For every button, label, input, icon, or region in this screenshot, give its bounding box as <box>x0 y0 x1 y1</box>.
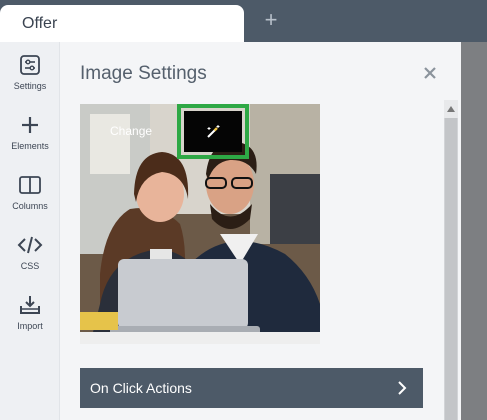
triangle-up-icon <box>447 106 455 112</box>
sidebar-item-columns[interactable]: Columns <box>0 174 60 224</box>
tab-bar: Offer + <box>0 0 487 42</box>
page-scrollbar-track <box>461 42 487 420</box>
sidebar-item-import[interactable]: Import <box>0 294 60 344</box>
change-image-button[interactable]: Change <box>110 124 152 138</box>
sidebar-item-label: Import <box>17 321 43 331</box>
panel-title: Image Settings <box>80 63 207 84</box>
plus-icon <box>22 117 38 133</box>
sidebar-item-elements[interactable]: Elements <box>0 114 60 164</box>
tab-offer[interactable]: Offer <box>0 5 244 42</box>
on-click-actions-label: On Click Actions <box>90 380 192 396</box>
sidebar-item-label: CSS <box>20 261 40 271</box>
magic-wand-icon <box>207 124 220 138</box>
scroll-up-arrow[interactable] <box>444 100 458 118</box>
sidebar-item-css[interactable]: CSS <box>0 234 60 284</box>
import-icon <box>20 296 40 314</box>
chevron-right-icon <box>398 381 407 395</box>
sidebar-item-settings[interactable]: Settings <box>0 54 60 104</box>
tab-label: Offer <box>22 14 58 32</box>
image-settings-panel: Image Settings Change On Click Actions <box>60 42 461 420</box>
on-click-actions-accordion[interactable]: On Click Actions <box>80 368 423 408</box>
sidebar-item-label: Columns <box>12 201 48 211</box>
sidebar: Settings Elements Columns CSS Import <box>0 42 60 420</box>
image-preview[interactable]: Change <box>80 104 320 344</box>
add-tab-icon[interactable]: + <box>262 9 280 31</box>
code-icon <box>17 236 43 254</box>
sidebar-item-label: Settings <box>13 81 47 91</box>
scrollbar-thumb[interactable] <box>445 118 457 420</box>
sidebar-item-label: Elements <box>11 141 49 151</box>
sliders-icon <box>20 55 40 75</box>
close-icon[interactable] <box>422 65 438 81</box>
columns-icon <box>19 176 41 194</box>
ai-magic-button[interactable] <box>177 104 249 159</box>
